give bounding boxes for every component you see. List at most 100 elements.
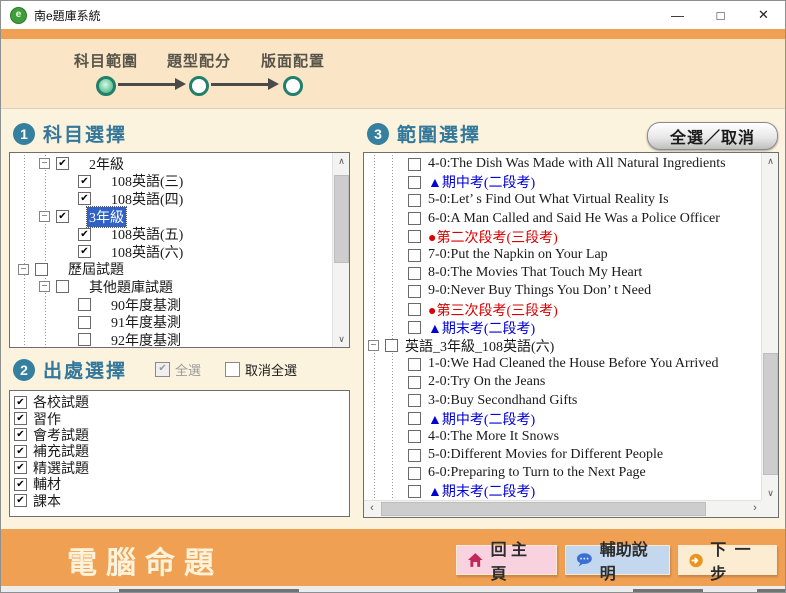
scrollbar-thumb[interactable] xyxy=(763,353,778,475)
range-tree-item[interactable]: 4-0:The Dish Was Made with All Natural I… xyxy=(364,155,761,173)
step-circle-active-icon[interactable] xyxy=(96,76,116,96)
checkbox[interactable] xyxy=(408,321,421,334)
subject-tree-item[interactable]: ✔108英語(四) xyxy=(10,190,332,208)
scrollbar-thumb[interactable] xyxy=(334,175,349,263)
tree-item-label[interactable]: 92年度基測 xyxy=(109,330,183,347)
range-tree-item[interactable]: ▲期中考(二段考) xyxy=(364,410,761,428)
subject-tree-item[interactable]: 92年度基測 xyxy=(10,331,332,347)
checkbox[interactable]: ✔ xyxy=(78,245,91,258)
tree-item-label[interactable]: 英語_3年級_108英語(六) xyxy=(403,336,556,356)
deselect-all-checkbox[interactable] xyxy=(225,362,240,377)
next-step-button[interactable]: 下 一 步 xyxy=(678,545,777,575)
maximize-button[interactable]: □ xyxy=(699,1,742,29)
checkbox[interactable] xyxy=(408,158,421,171)
subject-vertical-scrollbar[interactable]: ∧ ∨ xyxy=(332,153,349,347)
checkbox[interactable] xyxy=(408,394,421,407)
tree-item-label[interactable]: 4-0:The Dish Was Made with All Natural I… xyxy=(426,156,728,172)
checkbox[interactable] xyxy=(78,298,91,311)
subject-tree-item[interactable]: ✔108英語(三) xyxy=(10,173,332,191)
checkbox[interactable] xyxy=(408,430,421,443)
tree-item-label[interactable]: 6-0:Preparing to Turn to the Next Page xyxy=(426,465,648,481)
range-tree-item[interactable]: 7-0:Put the Napkin on Your Lap xyxy=(364,246,761,264)
collapse-expander-icon[interactable]: − xyxy=(18,264,29,275)
tree-item-label[interactable]: 2-0:Try On the Jeans xyxy=(426,374,547,390)
home-button[interactable]: 回 主 頁 xyxy=(456,545,557,575)
help-button[interactable]: 輔助說明 xyxy=(565,545,670,575)
range-vertical-scrollbar[interactable]: ∧ ∨ xyxy=(761,153,778,501)
checkbox[interactable]: ✔ xyxy=(56,210,69,223)
scroll-down-icon[interactable]: ∨ xyxy=(333,331,350,347)
checkbox[interactable] xyxy=(408,212,421,225)
subject-tree-item[interactable]: −✔3年級 xyxy=(10,208,332,226)
subject-tree-item[interactable]: 91年度基測 xyxy=(10,313,332,331)
checkbox[interactable]: ✔ xyxy=(14,412,27,425)
collapse-expander-icon[interactable]: − xyxy=(39,211,50,222)
checkbox[interactable]: ✔ xyxy=(78,175,91,188)
range-tree-item[interactable]: ▲期末考(二段考) xyxy=(364,319,761,337)
range-tree-item[interactable]: 5-0:Let’ s Find Out What Virtual Reality… xyxy=(364,191,761,209)
range-tree-item[interactable]: 3-0:Buy Secondhand Gifts xyxy=(364,391,761,409)
checkbox[interactable]: ✔ xyxy=(14,478,27,491)
collapse-expander-icon[interactable]: − xyxy=(39,281,50,292)
scroll-down-icon[interactable]: ∨ xyxy=(762,485,779,501)
minimize-button[interactable]: — xyxy=(656,1,699,29)
range-tree-item[interactable]: 5-0:Different Movies for Different Peopl… xyxy=(364,446,761,464)
subject-tree-item[interactable]: −歷屆試題 xyxy=(10,261,332,279)
tree-item-label[interactable]: 8-0:The Movies That Touch My Heart xyxy=(426,265,644,281)
step-circle-icon[interactable] xyxy=(189,76,209,96)
tree-item-label[interactable]: 5-0:Different Movies for Different Peopl… xyxy=(426,447,665,463)
source-item[interactable]: ✔精選試題 xyxy=(14,460,347,476)
range-tree-item[interactable]: ▲期中考(二段考) xyxy=(364,173,761,191)
range-tree-item[interactable]: ●第二次段考(三段考) xyxy=(364,228,761,246)
checkbox[interactable] xyxy=(408,285,421,298)
scroll-up-icon[interactable]: ∧ xyxy=(762,153,779,169)
tree-item-label[interactable]: 9-0:Never Buy Things You Don’ t Need xyxy=(426,283,653,299)
checkbox[interactable] xyxy=(408,194,421,207)
checkbox[interactable]: ✔ xyxy=(78,192,91,205)
tree-item-label[interactable]: ▲期中考(二段考) xyxy=(426,172,537,192)
range-tree-item[interactable]: 6-0:A Man Called and Said He Was a Polic… xyxy=(364,210,761,228)
checkbox[interactable]: ✔ xyxy=(14,494,27,507)
source-item[interactable]: ✔輔材 xyxy=(14,476,347,492)
checkbox[interactable] xyxy=(408,230,421,243)
checkbox[interactable]: ✔ xyxy=(14,445,27,458)
checkbox[interactable] xyxy=(408,249,421,262)
checkbox[interactable]: ✔ xyxy=(14,461,27,474)
checkbox[interactable] xyxy=(408,412,421,425)
tree-item-label[interactable]: ●第二次段考(三段考) xyxy=(426,227,560,247)
scroll-left-icon[interactable]: ‹ xyxy=(364,501,380,518)
collapse-expander-icon[interactable]: − xyxy=(39,158,50,169)
range-tree-item[interactable]: ●第三次段考(三段考) xyxy=(364,301,761,319)
select-all-checkbox[interactable]: ✔ xyxy=(155,362,170,377)
tree-item-label[interactable]: ▲期中考(二段考) xyxy=(426,409,537,429)
source-item[interactable]: ✔各校試題 xyxy=(14,394,347,410)
range-tree-item[interactable]: 4-0:The More It Snows xyxy=(364,428,761,446)
checkbox[interactable]: ✔ xyxy=(56,157,69,170)
subject-tree-item[interactable]: 90年度基測 xyxy=(10,296,332,314)
tree-item-label[interactable]: ●第三次段考(三段考) xyxy=(426,300,560,320)
scroll-up-icon[interactable]: ∧ xyxy=(333,153,350,169)
tree-item-label[interactable]: ▲期末考(二段考) xyxy=(426,318,537,338)
checkbox[interactable] xyxy=(408,449,421,462)
range-tree-item[interactable]: 2-0:Try On the Jeans xyxy=(364,373,761,391)
subject-tree-item[interactable]: ✔108英語(六) xyxy=(10,243,332,261)
checkbox[interactable] xyxy=(408,303,421,316)
checkbox[interactable] xyxy=(408,176,421,189)
tree-item-label[interactable]: 5-0:Let’ s Find Out What Virtual Reality… xyxy=(426,192,671,208)
tree-item-label[interactable]: 1-0:We Had Cleaned the House Before You … xyxy=(426,356,720,372)
subject-tree-item[interactable]: −其他題庫試題 xyxy=(10,278,332,296)
range-tree-item[interactable]: −英語_3年級_108英語(六) xyxy=(364,337,761,355)
tree-item-label[interactable]: 6-0:A Man Called and Said He Was a Polic… xyxy=(426,211,722,227)
checkbox[interactable] xyxy=(35,263,48,276)
tree-item-label[interactable]: ▲期末考(二段考) xyxy=(426,481,537,500)
checkbox[interactable]: ✔ xyxy=(14,428,27,441)
checkbox[interactable]: ✔ xyxy=(78,228,91,241)
tree-item-label[interactable]: 7-0:Put the Napkin on Your Lap xyxy=(426,247,610,263)
checkbox[interactable] xyxy=(408,485,421,498)
tree-item-label[interactable]: 4-0:The More It Snows xyxy=(426,429,561,445)
range-horizontal-scrollbar[interactable]: ‹ › xyxy=(364,500,763,517)
checkbox[interactable] xyxy=(408,358,421,371)
step-circle-icon[interactable] xyxy=(283,76,303,96)
tree-item-label[interactable]: 3-0:Buy Secondhand Gifts xyxy=(426,393,579,409)
checkbox[interactable]: ✔ xyxy=(14,396,27,409)
